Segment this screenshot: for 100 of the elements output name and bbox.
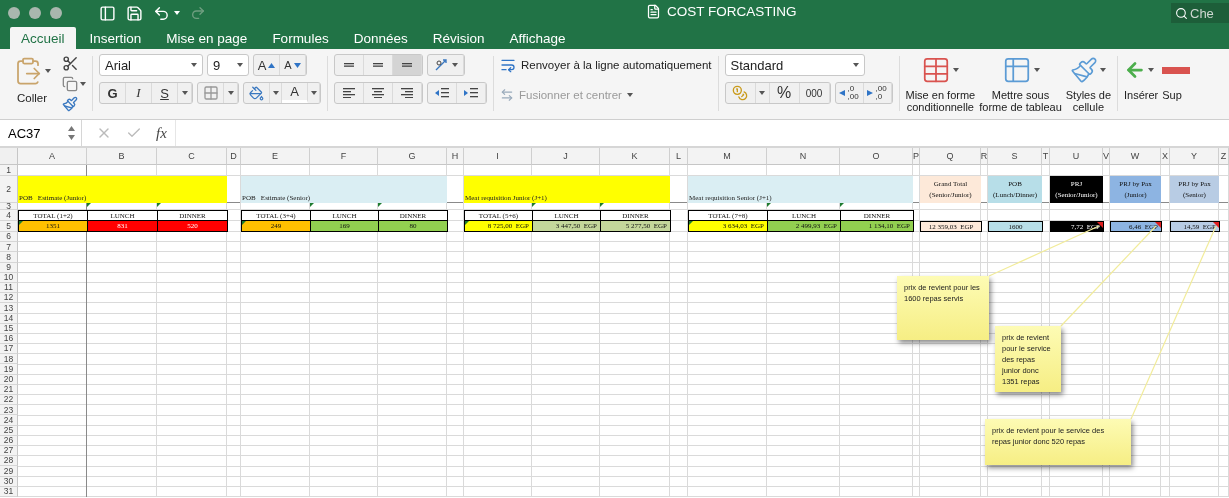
decrease-indent-icon[interactable]	[434, 87, 450, 99]
ribbon-tab[interactable]: Accueil	[10, 27, 76, 49]
grow-font-button[interactable]: A	[254, 55, 280, 75]
shrink-font-button[interactable]: A	[280, 55, 306, 75]
minimize-button[interactable]	[29, 7, 41, 19]
ribbon-tab[interactable]: Données	[342, 27, 419, 49]
row-header[interactable]: 15	[0, 323, 18, 334]
font-name-field[interactable]: Arial	[99, 54, 203, 76]
ribbon-tab[interactable]: Formules	[261, 27, 340, 49]
stepper-icon[interactable]	[68, 126, 75, 140]
caret-icon[interactable]	[310, 91, 317, 95]
column-header[interactable]: E	[241, 148, 310, 165]
search-field[interactable]: Che	[1171, 3, 1229, 23]
paste-button[interactable]: Coller	[8, 54, 56, 104]
column-header[interactable]: I	[464, 148, 532, 165]
caret-icon[interactable]	[953, 68, 960, 72]
caret-icon[interactable]	[1148, 68, 1155, 72]
column-header[interactable]: Y	[1170, 148, 1219, 165]
column-header[interactable]: J	[532, 148, 600, 165]
column-header[interactable]: N	[767, 148, 840, 165]
column-header[interactable]: S	[988, 148, 1042, 165]
caret-icon[interactable]	[852, 63, 859, 67]
copy-icon[interactable]	[62, 76, 78, 92]
vertical-align-button[interactable]	[393, 55, 422, 75]
row-header[interactable]: 25	[0, 425, 18, 436]
increase-decimal-button[interactable]: ,0 ,00	[835, 83, 864, 103]
caret-icon[interactable]	[1100, 68, 1107, 72]
delete-button[interactable]: Sup	[1162, 54, 1191, 119]
row-header[interactable]: 1	[0, 165, 18, 176]
column-header[interactable]: Q	[920, 148, 981, 165]
row-header[interactable]: 2	[0, 176, 18, 203]
column-header[interactable]: M	[688, 148, 767, 165]
ribbon-tab[interactable]: Insertion	[78, 27, 153, 49]
styles-button[interactable]: Styles de cellule	[1065, 54, 1112, 119]
caret-icon[interactable]	[1033, 68, 1040, 72]
styles-button[interactable]: Mettre sous forme de tableau	[979, 54, 1062, 119]
row-header[interactable]: 31	[0, 486, 18, 497]
row-header[interactable]: 30	[0, 476, 18, 487]
styles-button[interactable]: Mise en forme conditionnelle	[905, 54, 976, 119]
caret-icon[interactable]	[191, 63, 197, 67]
decrease-decimal-button[interactable]: ,00 ,0	[863, 83, 892, 103]
paint-bucket-icon[interactable]	[249, 85, 264, 101]
column-header[interactable]: G	[378, 148, 447, 165]
undo-icon[interactable]	[153, 4, 170, 22]
row-header[interactable]: 4	[0, 210, 18, 221]
column-header[interactable]: L	[670, 148, 688, 165]
column-header[interactable]: O	[840, 148, 913, 165]
ribbon-tab[interactable]: Mise en page	[155, 27, 259, 49]
underline-button[interactable]: S	[152, 83, 178, 103]
column-header[interactable]: H	[447, 148, 464, 165]
column-header[interactable]: K	[600, 148, 670, 165]
caret-icon[interactable]	[451, 63, 458, 67]
caret-icon[interactable]	[272, 91, 279, 95]
row-header[interactable]: 29	[0, 466, 18, 477]
font-size-field[interactable]: 9	[207, 54, 249, 76]
percent-button[interactable]: %	[769, 83, 800, 103]
name-box[interactable]: AC37	[0, 120, 82, 146]
row-header[interactable]: 8	[0, 252, 18, 263]
column-header[interactable]: T	[1042, 148, 1050, 165]
row-header[interactable]: 26	[0, 435, 18, 446]
column-header[interactable]: B	[87, 148, 157, 165]
row-header[interactable]: 9	[0, 262, 18, 273]
font-color-button[interactable]: A	[282, 83, 308, 103]
row-header[interactable]: 20	[0, 374, 18, 385]
column-header[interactable]: A	[18, 148, 87, 165]
column-header[interactable]: D	[227, 148, 241, 165]
bold-button[interactable]: G	[100, 83, 126, 103]
caret-icon[interactable]	[174, 11, 180, 15]
caret-icon[interactable]	[80, 82, 86, 86]
row-header[interactable]: 24	[0, 415, 18, 426]
close-button[interactable]	[8, 7, 20, 19]
orientation-icon[interactable]	[433, 58, 450, 72]
row-header[interactable]: 10	[0, 272, 18, 283]
sidebar-icon[interactable]	[99, 4, 116, 22]
scissors-icon[interactable]	[62, 55, 79, 72]
caret-icon[interactable]	[181, 91, 188, 95]
wrap-text-button[interactable]: Renvoyer à la ligne automatiquement	[500, 54, 712, 76]
column-header[interactable]: U	[1050, 148, 1103, 165]
row-header[interactable]: 7	[0, 242, 18, 253]
ribbon-tab[interactable]: Révision	[421, 27, 496, 49]
zoom-button[interactable]	[50, 7, 62, 19]
row-header[interactable]: 14	[0, 313, 18, 324]
thousands-button[interactable]: 000	[799, 83, 830, 103]
italic-button[interactable]: I	[126, 83, 152, 103]
caret-icon[interactable]	[45, 69, 51, 73]
column-header[interactable]: Z	[1219, 148, 1229, 165]
ribbon-tab[interactable]: Affichage	[498, 27, 577, 49]
column-header[interactable]: W	[1110, 148, 1161, 165]
increase-indent-icon[interactable]	[463, 87, 479, 99]
caret-icon[interactable]	[227, 91, 234, 95]
column-header[interactable]: C	[157, 148, 227, 165]
caret-icon[interactable]	[237, 63, 243, 67]
insert-button[interactable]: Insérer	[1124, 54, 1159, 119]
caret-icon[interactable]	[759, 91, 765, 95]
save-icon[interactable]	[126, 4, 143, 22]
row-header[interactable]: 19	[0, 364, 18, 375]
number-format-field[interactable]: Standard	[724, 54, 865, 76]
row-header[interactable]: 13	[0, 303, 18, 314]
paintbrush-icon[interactable]	[62, 96, 78, 112]
column-header[interactable]: F	[310, 148, 378, 165]
